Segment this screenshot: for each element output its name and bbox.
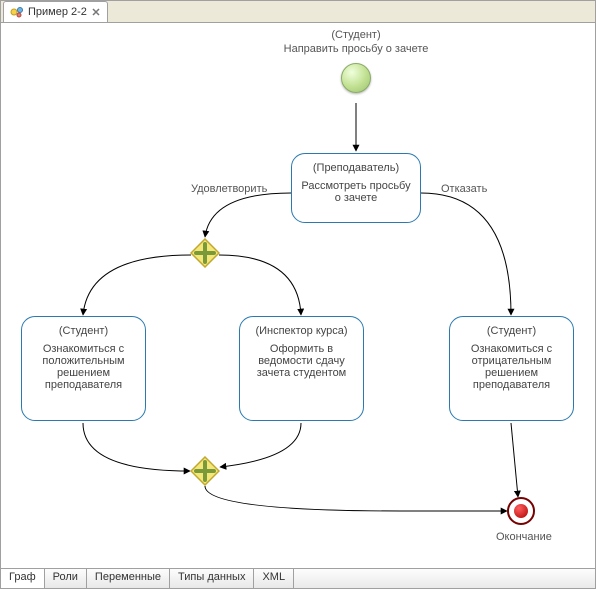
tab-roles[interactable]: Роли <box>45 569 87 588</box>
task-negative[interactable]: (Студент) Ознакомиться с отрицательным р… <box>449 316 574 421</box>
start-action-label: Направить просьбу о зачете <box>261 43 451 55</box>
close-icon[interactable] <box>91 7 101 17</box>
edge-label-reject: Отказать <box>441 183 487 195</box>
task-label: Ознакомиться с положительным решением пр… <box>28 343 139 391</box>
edge-label-accept: Удовлетворить <box>191 183 267 195</box>
tab-graph[interactable]: Граф <box>1 569 45 588</box>
tab-xml[interactable]: XML <box>254 569 294 588</box>
editor-tab[interactable]: Пример 2-2 <box>3 1 108 22</box>
editor-tab-title: Пример 2-2 <box>28 6 87 18</box>
tab-datatypes[interactable]: Типы данных <box>170 569 254 588</box>
parallel-gateway-join[interactable] <box>190 456 220 486</box>
task-role: (Студент) <box>28 325 139 337</box>
tab-variables[interactable]: Переменные <box>87 569 170 588</box>
task-label: Ознакомиться с отрицательным решением пр… <box>456 343 567 391</box>
end-event-label: Окончание <box>496 531 552 543</box>
edges-layer <box>1 23 595 568</box>
start-role-label: (Студент) <box>261 29 451 41</box>
task-review[interactable]: (Преподаватель) Рассмотреть просьбу о за… <box>291 153 421 223</box>
task-role: (Студент) <box>456 325 567 337</box>
task-role: (Инспектор курса) <box>246 325 357 337</box>
task-role: (Преподаватель) <box>298 162 414 174</box>
bottom-tab-bar: Граф Роли Переменные Типы данных XML <box>1 568 595 588</box>
editor-tab-bar: Пример 2-2 <box>1 1 595 23</box>
process-icon <box>10 5 24 19</box>
task-label: Оформить в ведомости сдачу зачета студен… <box>246 343 357 379</box>
diagram-canvas[interactable]: (Студент) Направить просьбу о зачете (Пр… <box>1 23 595 568</box>
parallel-gateway-split[interactable] <box>190 238 220 268</box>
task-form[interactable]: (Инспектор курса) Оформить в ведомости с… <box>239 316 364 421</box>
task-positive[interactable]: (Студент) Ознакомиться с положительным р… <box>21 316 146 421</box>
end-event[interactable] <box>507 497 535 525</box>
task-label: Рассмотреть просьбу о зачете <box>298 180 414 204</box>
start-event[interactable] <box>341 63 371 93</box>
